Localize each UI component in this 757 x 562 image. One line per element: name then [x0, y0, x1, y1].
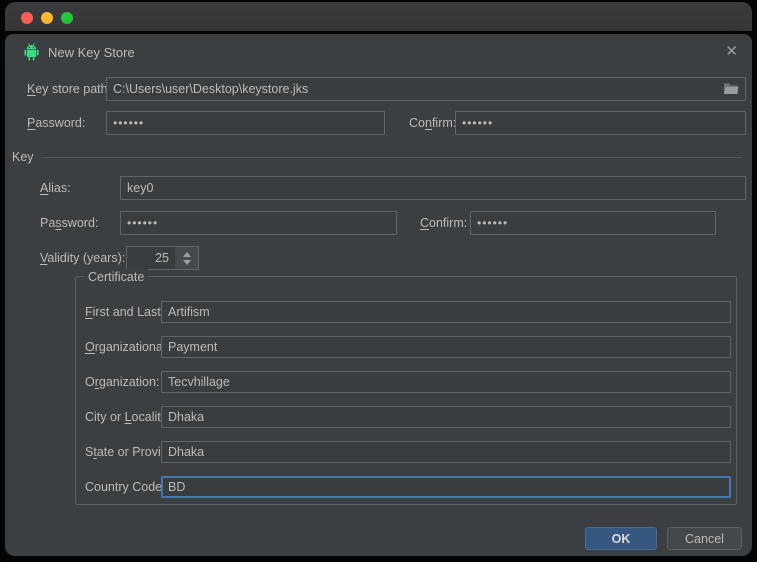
organization-input[interactable]: [161, 371, 731, 393]
mac-close-button[interactable]: [21, 12, 33, 24]
organization-label: Organization:: [85, 371, 159, 393]
key-section-divider: [41, 157, 742, 158]
cert-row-first-last-name: First and Last Name:: [85, 301, 731, 323]
mac-titlebar: [5, 2, 752, 31]
android-icon: [22, 43, 41, 61]
key-section-label: Key: [12, 149, 34, 165]
key-store-path-label: Key store path:: [27, 77, 111, 101]
cert-row-organizational-unit: Organizational Unit:: [85, 336, 731, 358]
alias-input[interactable]: [120, 176, 746, 200]
password-label: Password:: [27, 111, 85, 135]
ok-button[interactable]: OK: [585, 527, 657, 550]
organizational-unit-input[interactable]: [161, 336, 731, 358]
stepper-up-icon[interactable]: [183, 252, 191, 257]
dialog-title: New Key Store: [48, 45, 135, 61]
key-password-input[interactable]: [120, 211, 397, 235]
key-confirm-label: Confirm:: [420, 211, 467, 235]
certificate-legend: Certificate: [84, 269, 148, 285]
state-input[interactable]: [161, 441, 731, 463]
cert-row-organization: Organization:: [85, 371, 731, 393]
city-input[interactable]: [161, 406, 731, 428]
confirm-label: Confirm:: [409, 111, 456, 135]
new-key-store-dialog: New Key Store ✕ Key store path: Password…: [5, 34, 752, 556]
validity-label: Validity (years):: [40, 246, 125, 270]
mac-zoom-button[interactable]: [61, 12, 73, 24]
cert-row-city: City or Locality:: [85, 406, 731, 428]
key-store-path-fieldwrap: [106, 77, 746, 101]
key-store-path-input[interactable]: [106, 77, 746, 101]
close-icon[interactable]: ✕: [725, 43, 738, 61]
screen: New Key Store ✕ Key store path: Password…: [0, 0, 757, 562]
validity-input[interactable]: [126, 246, 176, 270]
certificate-fieldset: Certificate First and Last Name: Organiz…: [75, 276, 737, 505]
country-code-input[interactable]: [161, 476, 731, 498]
mac-minimize-button[interactable]: [41, 12, 53, 24]
cert-row-state: State or Province:: [85, 441, 731, 463]
validity-stepper[interactable]: [175, 246, 199, 270]
password-input[interactable]: [106, 111, 385, 135]
key-confirm-input[interactable]: [470, 211, 716, 235]
key-password-label: Password:: [40, 211, 98, 235]
alias-label: Alias:: [40, 176, 71, 200]
confirm-input[interactable]: [455, 111, 746, 135]
cert-row-country-code: Country Code (XX):: [85, 476, 731, 498]
stepper-down-icon[interactable]: [183, 260, 191, 265]
first-last-name-input[interactable]: [161, 301, 731, 323]
cancel-button[interactable]: Cancel: [667, 527, 742, 550]
city-label: City or Locality:: [85, 406, 170, 428]
browse-folder-icon[interactable]: [723, 82, 739, 95]
